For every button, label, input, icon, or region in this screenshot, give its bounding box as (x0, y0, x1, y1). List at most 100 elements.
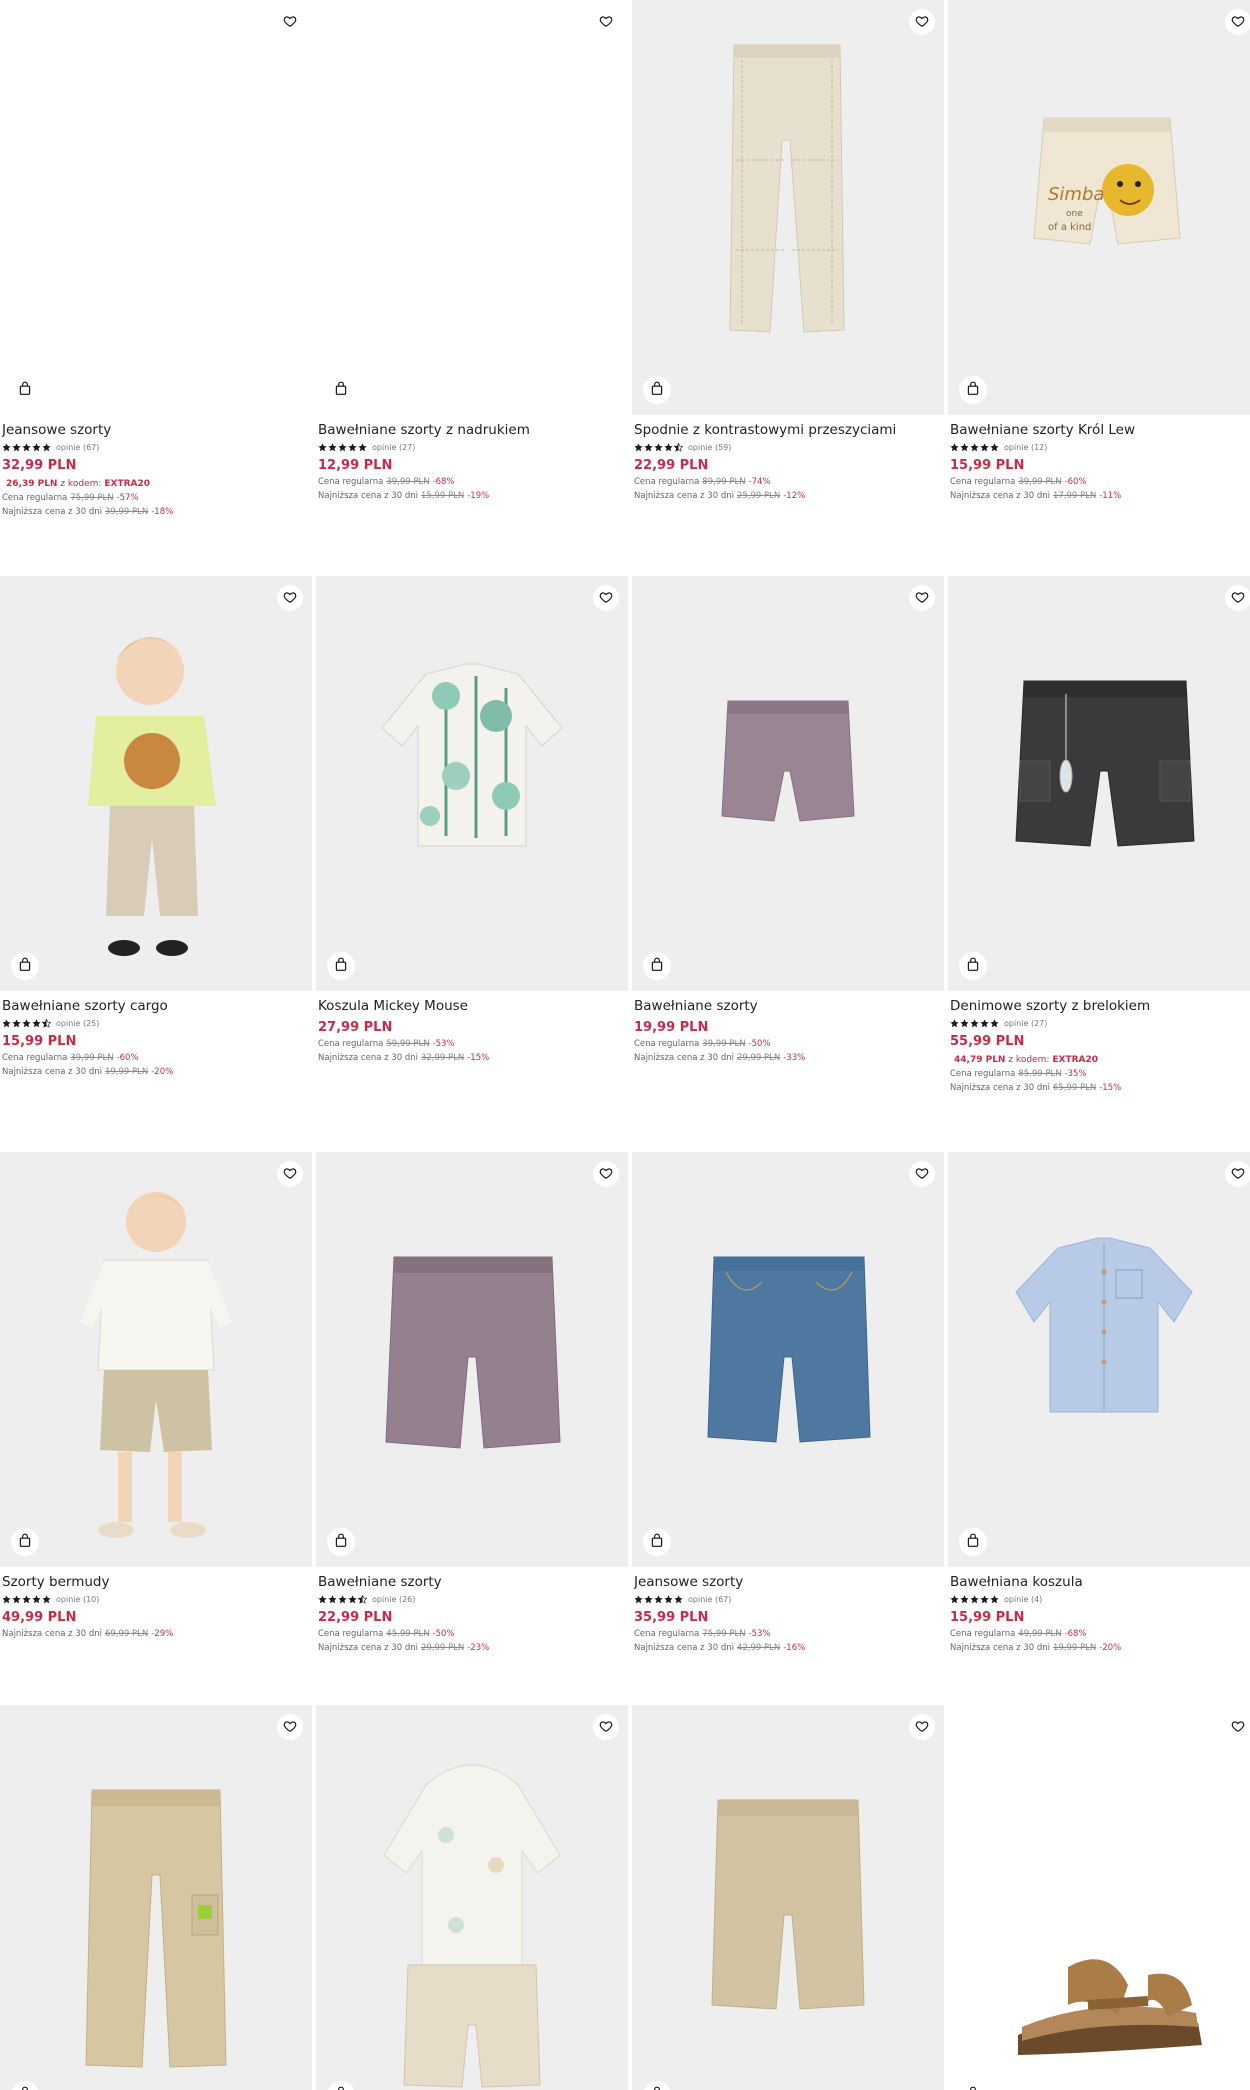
product-card[interactable]: Jeansowe szorty opinie (67) 32,99 PLN 26,39… (0, 0, 312, 518)
add-to-wishlist-button[interactable] (593, 9, 619, 35)
lowest-discount: -18% (151, 507, 174, 517)
product-image[interactable] (0, 1152, 312, 1567)
review-count[interactable]: opinie (12) (1004, 443, 1047, 452)
add-to-wishlist-button[interactable] (593, 585, 619, 611)
add-to-cart-button[interactable] (959, 376, 987, 404)
add-to-cart-button[interactable] (959, 1528, 987, 1556)
product-image[interactable] (948, 576, 1250, 991)
add-to-wishlist-button[interactable] (909, 9, 935, 35)
promo-code-price: 26,39 PLN z kodem: EXTRA20 (2, 478, 310, 490)
add-to-wishlist-button[interactable] (593, 1714, 619, 1740)
product-card[interactable] (948, 1705, 1250, 2090)
add-to-cart-button[interactable] (643, 952, 671, 980)
product-image[interactable] (632, 1152, 944, 1567)
lowest-price-label: Najniższa cena z 30 dni (950, 1083, 1050, 1093)
add-to-cart-button[interactable] (11, 376, 39, 404)
lowest-discount: -33% (783, 1053, 806, 1063)
add-to-wishlist-button[interactable] (277, 1161, 303, 1187)
add-to-wishlist-button[interactable] (277, 9, 303, 35)
product-name[interactable]: Szorty bermudy (2, 1574, 310, 1591)
product-image[interactable]: Simba one of a kind (948, 0, 1250, 415)
add-to-cart-button[interactable] (11, 1528, 39, 1556)
add-to-wishlist-button[interactable] (277, 585, 303, 611)
product-card[interactable] (632, 1705, 944, 2090)
review-count[interactable]: opinie (67) (56, 443, 99, 452)
review-count[interactable]: opinie (59) (688, 443, 731, 452)
regular-price-line: Cena regularna 59,99 PLN -53% (318, 1038, 626, 1050)
product-name[interactable]: Jeansowe szorty (634, 1574, 942, 1591)
star-icon (348, 1595, 357, 1604)
add-to-wishlist-button[interactable] (909, 585, 935, 611)
product-card[interactable]: Denimowe szorty z brelokiem opinie (27) 55… (948, 576, 1250, 1094)
product-name[interactable]: Bawełniane szorty (318, 1574, 626, 1591)
review-count[interactable]: opinie (4) (1004, 1595, 1042, 1604)
regular-price: 85,99 PLN (1018, 1069, 1062, 1079)
review-count[interactable]: opinie (26) (372, 1595, 415, 1604)
product-card[interactable]: Bawełniane szorty 19,99 PLN Cena regularna… (632, 576, 944, 1064)
lowest-price-label: Najniższa cena z 30 dni (2, 1067, 102, 1077)
product-name[interactable]: Bawełniane szorty cargo (2, 998, 310, 1015)
product-card[interactable]: Bawełniane szorty z nadrukiem opinie (27)… (316, 0, 628, 502)
product-name[interactable]: Bawełniana koszula (950, 1574, 1250, 1591)
product-card[interactable]: Jeansowe szorty opinie (67) 35,99 PLN Cena … (632, 1152, 944, 1654)
review-count[interactable]: opinie (67) (688, 1595, 731, 1604)
product-image[interactable] (632, 1705, 944, 2090)
product-name[interactable]: Denimowe szorty z brelokiem (950, 998, 1250, 1015)
product-image[interactable] (316, 1152, 628, 1567)
product-image[interactable] (316, 0, 628, 415)
add-to-wishlist-button[interactable] (593, 1161, 619, 1187)
lowest-price-line: Najniższa cena z 30 dni 29,99 PLN -33% (634, 1052, 942, 1064)
product-name[interactable]: Bawełniane szorty (634, 998, 942, 1015)
add-to-wishlist-button[interactable] (1225, 1714, 1250, 1740)
product-image[interactable] (948, 1705, 1250, 2090)
lowest-discount: -15% (467, 1053, 490, 1063)
add-to-cart-button[interactable] (327, 952, 355, 980)
product-card[interactable] (0, 1705, 312, 2090)
product-image[interactable] (0, 576, 312, 991)
add-to-wishlist-button[interactable] (277, 1714, 303, 1740)
add-to-wishlist-button[interactable] (1225, 1161, 1250, 1187)
lowest-price: 19,99 PLN (1052, 1643, 1097, 1653)
lowest-price: 19,99 PLN (104, 1067, 149, 1077)
product-card[interactable] (316, 1705, 628, 2090)
add-to-cart-button[interactable] (11, 952, 39, 980)
product-image[interactable] (0, 1705, 312, 2090)
review-count[interactable]: opinie (27) (372, 443, 415, 452)
product-image[interactable] (0, 0, 312, 415)
product-image[interactable] (948, 1152, 1250, 1567)
lowest-discount: -19% (467, 491, 490, 501)
add-to-wishlist-button[interactable] (1225, 9, 1250, 35)
review-count[interactable]: opinie (10) (56, 1595, 99, 1604)
product-image[interactable] (316, 576, 628, 991)
add-to-cart-button[interactable] (327, 376, 355, 404)
product-name[interactable]: Spodnie z kontrastowymi przeszyciami (634, 422, 942, 439)
product-card[interactable]: Szorty bermudy opinie (10) 49,99 PLN Najniż… (0, 1152, 312, 1640)
product-card[interactable]: Simba one of a kind Bawełniane szorty Król … (948, 0, 1250, 502)
product-card[interactable]: Bawełniana koszula opinie (4) 15,99 PLN Cen… (948, 1152, 1250, 1654)
product-card[interactable]: Bawełniane szorty cargo opinie (25) 15,99 … (0, 576, 312, 1078)
product-name[interactable]: Bawełniane szorty Król Lew (950, 422, 1250, 439)
add-to-cart-button[interactable] (643, 376, 671, 404)
add-to-cart-button[interactable] (643, 1528, 671, 1556)
star-icon (980, 443, 989, 452)
review-count[interactable]: opinie (25) (56, 1019, 99, 1028)
product-image[interactable] (632, 576, 944, 991)
product-name[interactable]: Bawełniane szorty z nadrukiem (318, 422, 626, 439)
star-icon (22, 1595, 31, 1604)
product-card[interactable]: Spodnie z kontrastowymi przeszyciami opin… (632, 0, 944, 502)
product-name[interactable]: Koszula Mickey Mouse (318, 998, 626, 1015)
review-count[interactable]: opinie (27) (1004, 1019, 1047, 1028)
product-image[interactable] (316, 1705, 628, 2090)
add-to-wishlist-button[interactable] (909, 1161, 935, 1187)
add-to-wishlist-button[interactable] (909, 1714, 935, 1740)
product-card[interactable]: Koszula Mickey Mouse 27,99 PLN Cena regula… (316, 576, 628, 1064)
lowest-price-label: Najniższa cena z 30 dni (318, 491, 418, 501)
product-image[interactable] (632, 0, 944, 415)
add-to-wishlist-button[interactable] (1225, 585, 1250, 611)
add-to-cart-button[interactable] (327, 1528, 355, 1556)
add-to-cart-button[interactable] (959, 952, 987, 980)
product-card[interactable]: Bawełniane szorty opinie (26) 22,99 PLN Cen… (316, 1152, 628, 1654)
product-name[interactable]: Jeansowe szorty (2, 422, 310, 439)
heart-icon (283, 1165, 297, 1184)
regular-price-label: Cena regularna (318, 1629, 384, 1639)
